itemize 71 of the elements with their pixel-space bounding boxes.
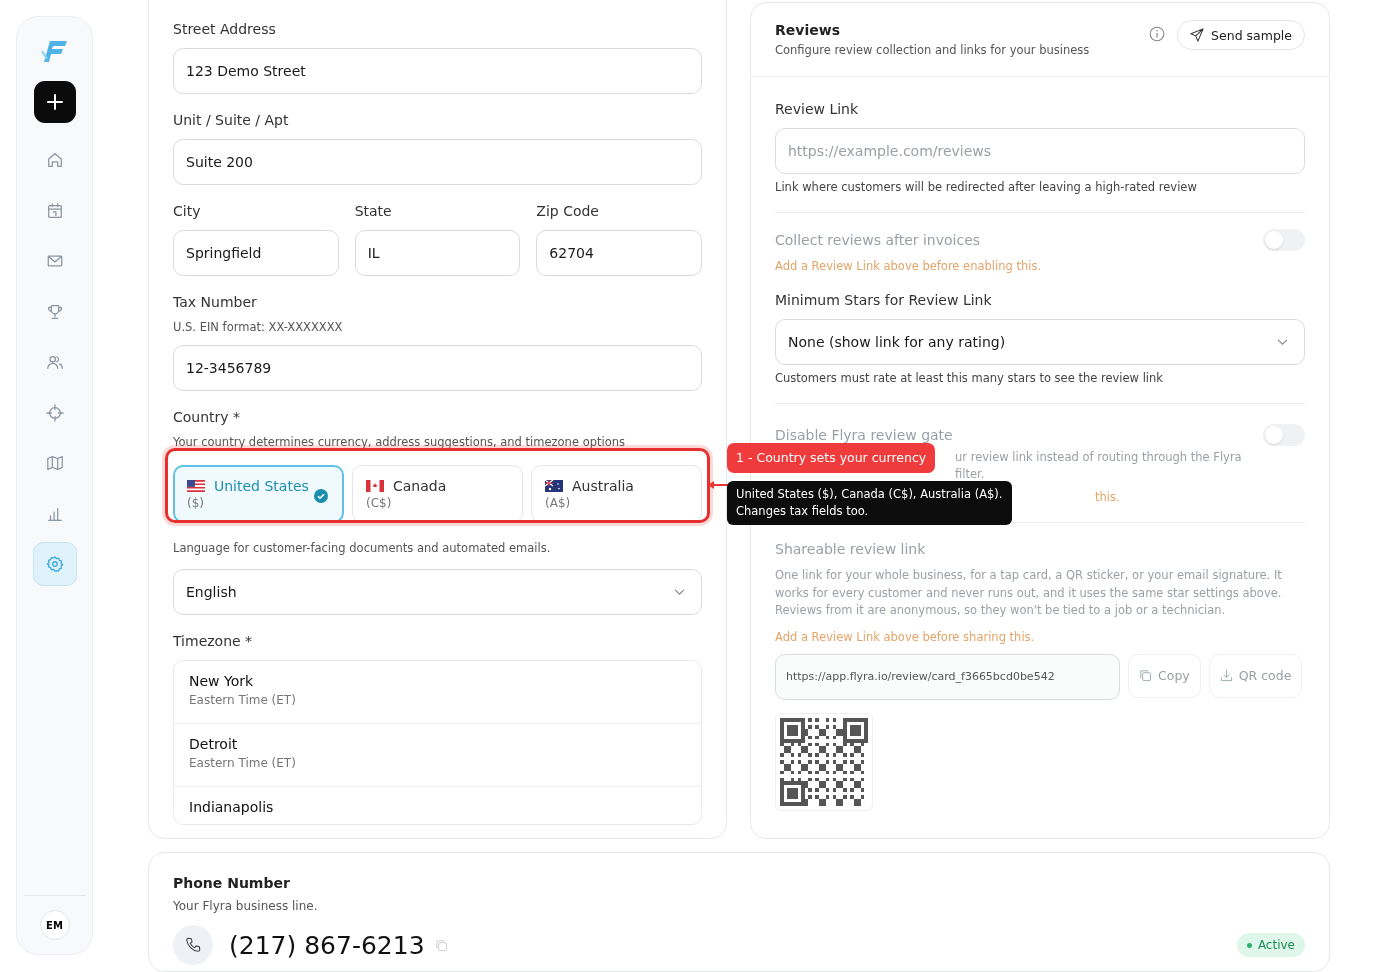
field-label: Street Address — [173, 20, 277, 39]
city-input[interactable]: Springfield — [173, 230, 339, 276]
copy-icon[interactable] — [434, 938, 448, 952]
annotation-tooltip: United States ($), Canada (C$), Australia (A$). Changes tax fields too. — [727, 481, 1012, 525]
settings-icon — [45, 555, 64, 573]
field-hint: Your country determines currency, address suggestions, and timezone options — [173, 434, 626, 451]
calendar-icon — [45, 201, 64, 220]
field-label: Minimum Stars for Review Link — [775, 291, 993, 310]
country-option[interactable]: United States ($) — [173, 465, 344, 523]
card-title: Reviews — [775, 21, 841, 40]
callout-arrow — [708, 480, 728, 490]
language-select[interactable]: English — [173, 569, 702, 615]
warning-text: Add a Review Link above before sharing this. — [775, 628, 1036, 646]
mail-icon — [45, 252, 64, 270]
field-label: Timezone * — [173, 632, 254, 651]
chevron-down-icon — [674, 588, 685, 596]
status-badge: Active — [1236, 933, 1305, 957]
trophy-icon — [45, 302, 64, 321]
card-subtitle: Configure review collection and links for your business — [775, 43, 1091, 57]
country-option[interactable]: Australia (A$) — [531, 465, 702, 523]
setting-description: One link for your whole business, for a tap card, a QR sticker, or your email signature. It works for every customer and never runs out, and it uses the same star settings above. Reviews from it are anonymous, so they won't be tied to a job or a technician. — [775, 567, 1283, 619]
plus-icon — [44, 92, 65, 112]
field-hint: Link where customers will be redirected after leaving a high-rated review — [775, 179, 1198, 196]
field-label: State — [354, 202, 393, 221]
tax-input[interactable]: 12-3456789 — [173, 345, 702, 391]
australia-flag-icon — [545, 480, 563, 492]
crosshair-icon — [45, 403, 64, 422]
annotation-callout: 1 - Country sets your currency — [727, 443, 936, 473]
warning-text: Add a Review Link above before enabling this. — [775, 258, 1043, 275]
us-flag-icon — [187, 480, 205, 492]
add-button[interactable] — [33, 81, 76, 123]
field-label: Country * — [173, 408, 242, 427]
phone-icon — [173, 925, 213, 965]
country-option[interactable]: Canada (C$) — [352, 465, 523, 523]
check-icon — [314, 489, 328, 503]
field-hint: Customers must rate at least this many stars to see the review link — [775, 370, 1164, 387]
field-label: City — [173, 202, 202, 221]
field-hint: U.S. EIN format: XX-XXXXXXX — [173, 319, 344, 336]
setting-description: filter. — [955, 466, 985, 483]
field-label: Unit / Suite / Apt — [173, 111, 290, 130]
card-subtitle: Your Flyra business line. — [173, 899, 319, 913]
users-icon — [45, 353, 64, 371]
zip-input[interactable]: 62704 — [536, 230, 702, 276]
field-label: Tax Number — [173, 293, 258, 312]
field-label: Review Link — [775, 100, 860, 119]
nav-item[interactable] — [32, 542, 77, 586]
setting-label: Disable Flyra review gate — [775, 426, 953, 445]
home-icon — [45, 151, 64, 169]
setting-label: Shareable review link — [775, 540, 927, 559]
setting-description: ur review link instead of routing through the Flyra — [955, 449, 1242, 466]
field-label: Zip Code — [536, 202, 600, 221]
chevron-down-icon — [1277, 338, 1288, 346]
download-icon — [1219, 669, 1233, 682]
setting-label: Collect reviews after invoices — [775, 231, 981, 250]
state-input[interactable]: IL — [354, 230, 521, 276]
card-title: Phone Number — [173, 874, 291, 893]
info-icon[interactable] — [1149, 26, 1166, 42]
phone-number: (217) 867-6213 — [229, 930, 425, 960]
street-input[interactable]: 123 Demo Street — [173, 48, 702, 94]
review-link-input[interactable]: https://example.com/reviews — [775, 128, 1305, 174]
map-icon — [45, 454, 64, 472]
user-avatar[interactable]: EM — [39, 910, 70, 940]
timezone-option[interactable]: New York Eastern Time (ET) — [174, 661, 701, 724]
copy-icon — [1139, 669, 1152, 682]
unit-input[interactable]: Suite 200 — [173, 139, 702, 185]
warning-text: this. — [1095, 489, 1120, 506]
field-hint: Language for customer-facing documents and automated emails. — [173, 540, 552, 557]
send-sample-button[interactable]: Send sample — [1177, 20, 1305, 50]
canada-flag-icon — [366, 480, 384, 492]
minimum-stars-select[interactable]: None (show link for any rating) — [775, 319, 1305, 365]
send-icon — [1190, 28, 1205, 42]
